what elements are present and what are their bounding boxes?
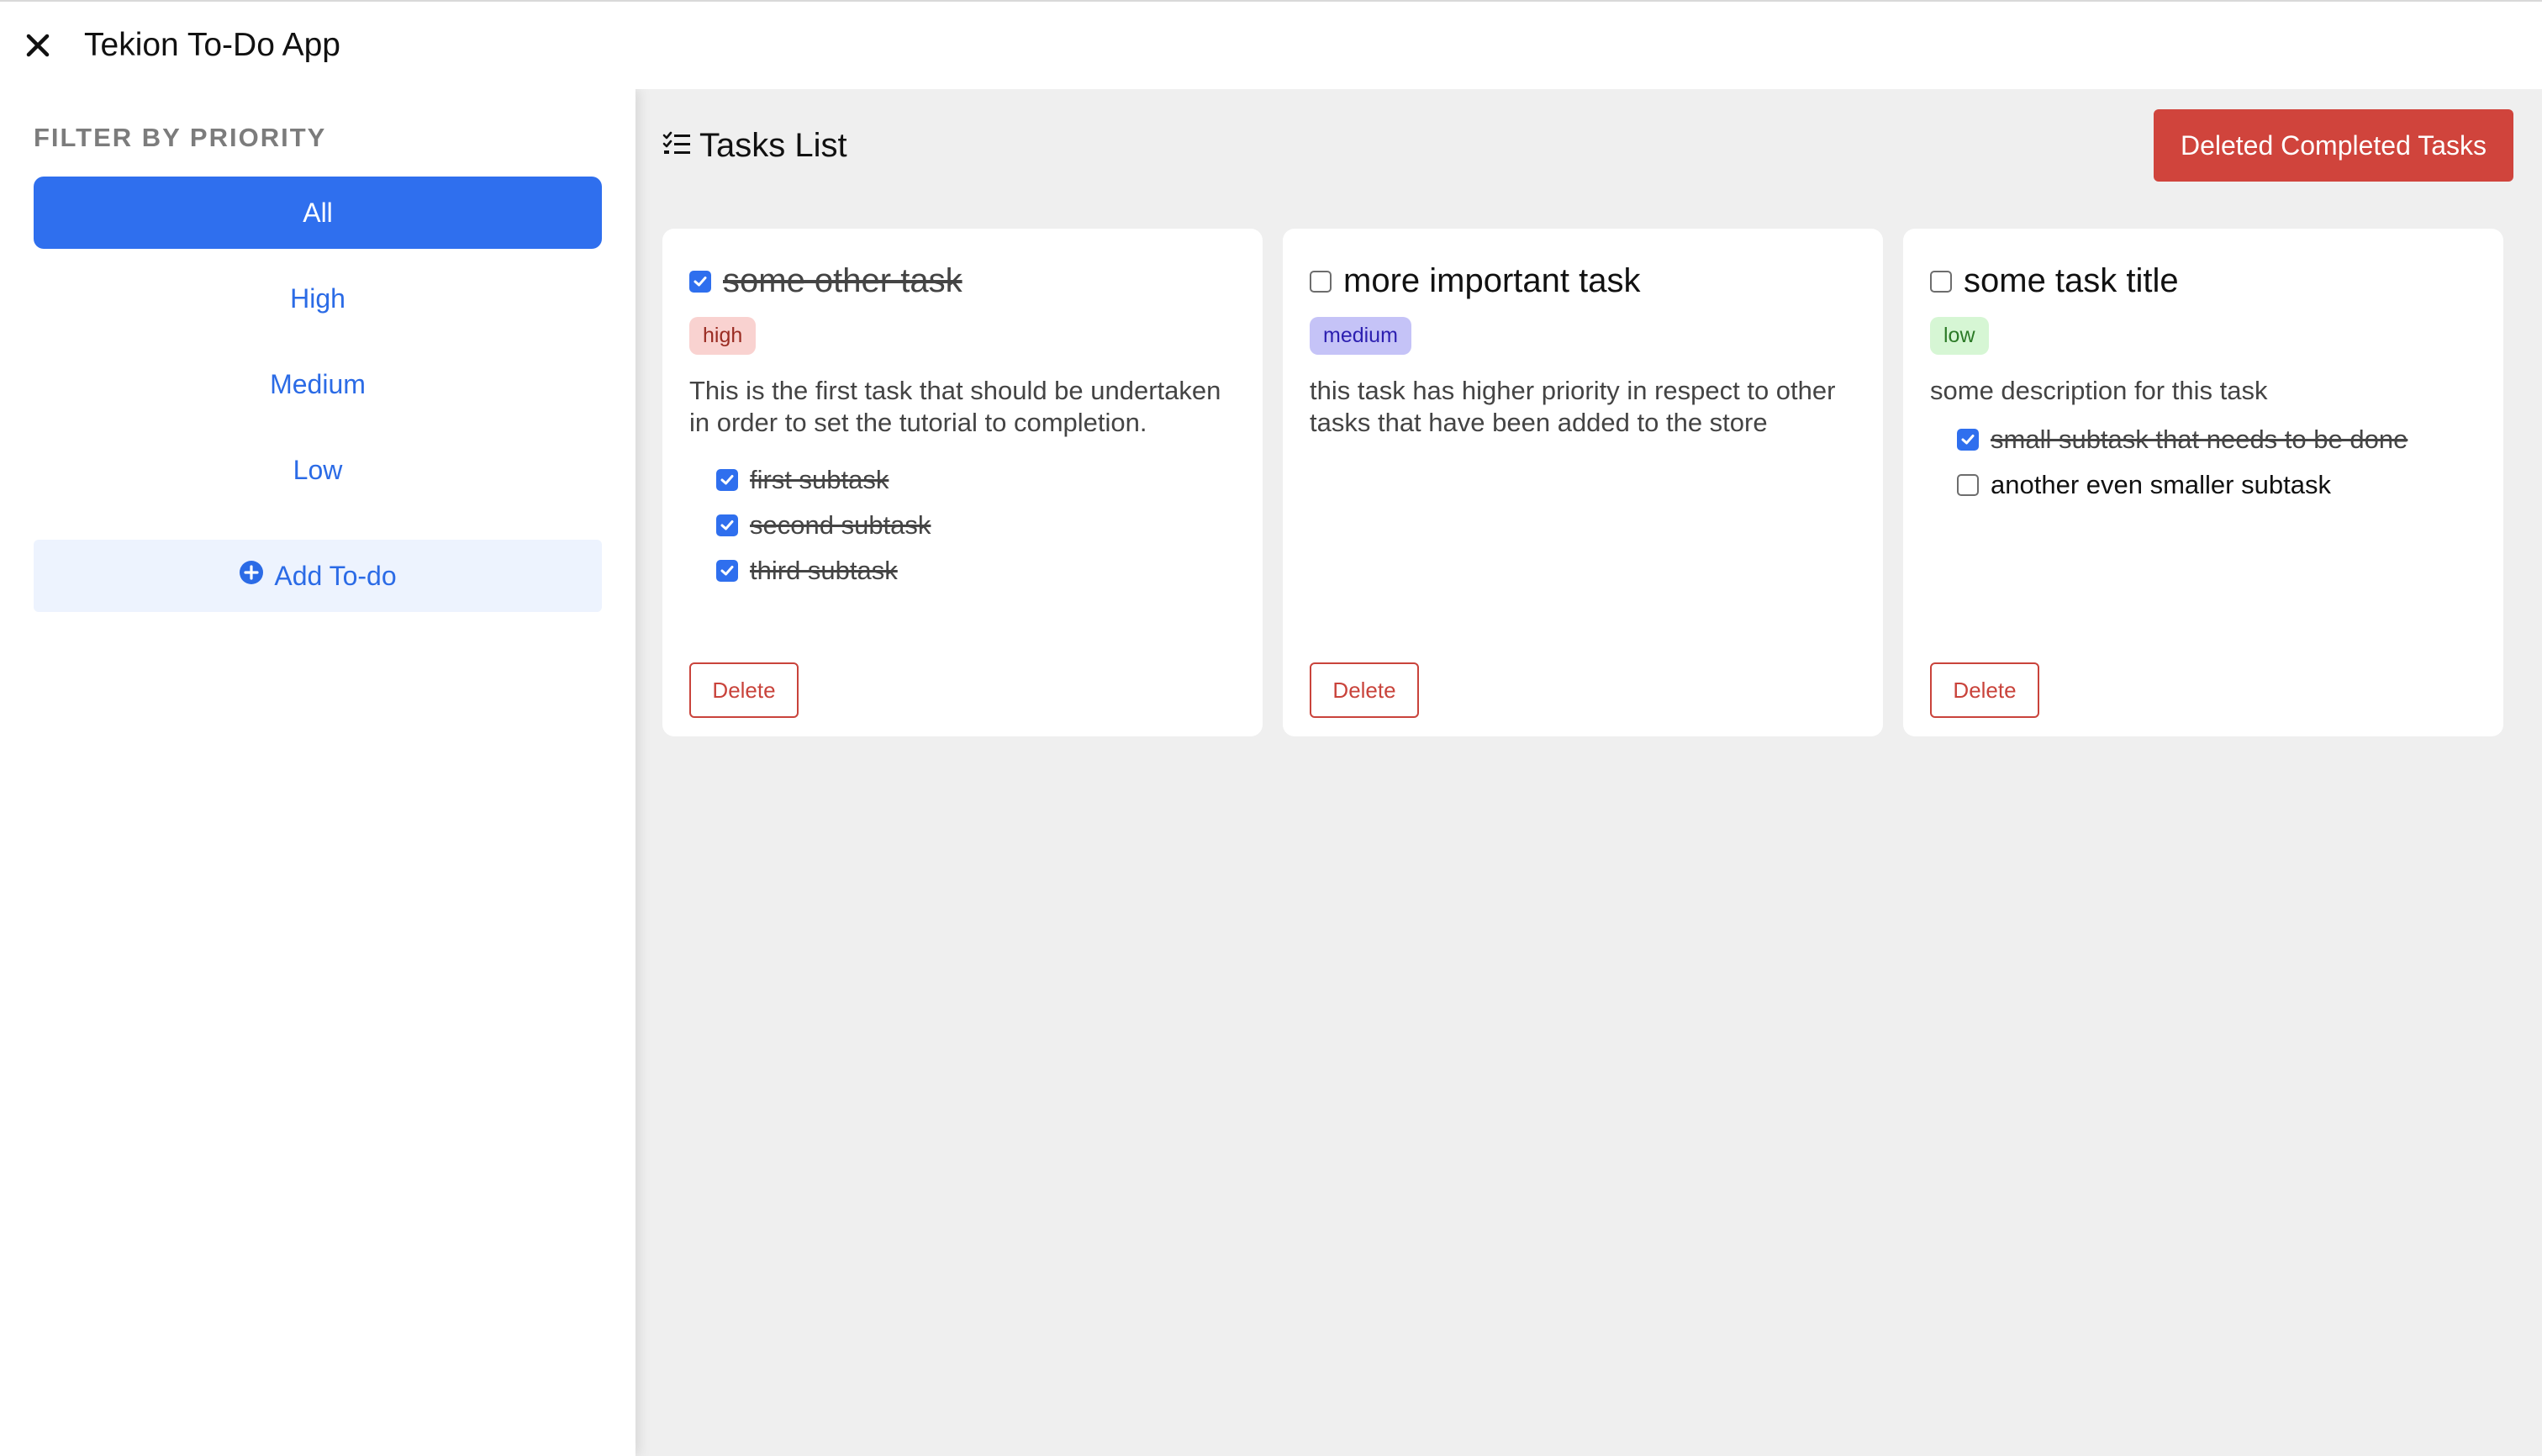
subtask-label: small subtask that needs to be done: [1991, 425, 2408, 454]
task-description: some description for this task: [1930, 376, 2268, 405]
subtask-item: another even smaller subtask: [1957, 462, 2476, 508]
close-icon[interactable]: [24, 31, 52, 60]
app-header: Tekion To-Do App: [0, 0, 2542, 89]
task-complete-checkbox[interactable]: [1310, 270, 1332, 293]
filter-low-button[interactable]: Low: [34, 434, 602, 506]
task-cards: some other task high This is the first t…: [662, 229, 2513, 736]
task-card: some task title low some description for…: [1903, 229, 2503, 736]
subtask-item: first subtask: [716, 457, 1236, 503]
subtask-item: third subtask: [716, 548, 1236, 593]
task-title-row: more important task: [1310, 262, 1856, 300]
subtask-item: second subtask: [716, 503, 1236, 548]
main-header: Tasks List Deleted Completed Tasks: [662, 109, 2513, 182]
task-description: This is the first task that should be un…: [689, 376, 1221, 437]
subtask-checkbox[interactable]: [1957, 429, 1979, 451]
delete-task-button[interactable]: Delete: [689, 662, 799, 718]
task-complete-checkbox[interactable]: [1930, 270, 1952, 293]
subtask-list: first subtask second subtask third subta…: [689, 457, 1236, 593]
subtask-label: another even smaller subtask: [1991, 470, 2331, 499]
filter-all-button[interactable]: All: [34, 177, 602, 249]
subtask-item: small subtask that needs to be done: [1957, 417, 2476, 462]
app-title: Tekion To-Do App: [84, 27, 340, 63]
task-description: this task has higher priority in respect…: [1310, 376, 1836, 437]
delete-completed-tasks-button[interactable]: Deleted Completed Tasks: [2153, 109, 2513, 182]
task-card: more important task medium this task has…: [1283, 229, 1883, 736]
checklist-icon: [662, 131, 691, 161]
filter-heading: FILTER BY PRIORITY: [34, 123, 327, 152]
priority-badge: medium: [1310, 317, 1411, 355]
task-title-row: some other task: [689, 262, 1236, 300]
task-title: some other task: [723, 262, 962, 299]
add-todo-label: Add To-do: [274, 560, 397, 591]
subtask-label: second subtask: [750, 510, 931, 540]
filter-high-button[interactable]: High: [34, 262, 602, 335]
tasks-list-title: Tasks List: [699, 126, 847, 164]
sidebar: FILTER BY PRIORITY All High Medium Low A…: [0, 89, 636, 1456]
task-title: some task title: [1964, 262, 2179, 299]
subtask-checkbox[interactable]: [716, 560, 738, 582]
subtask-checkbox[interactable]: [1957, 474, 1979, 496]
subtask-label: third subtask: [750, 556, 898, 585]
task-complete-checkbox[interactable]: [689, 270, 711, 293]
task-title: more important task: [1343, 262, 1641, 299]
subtask-list: small subtask that needs to be done anot…: [1930, 417, 2476, 508]
task-card: some other task high This is the first t…: [662, 229, 1263, 736]
delete-task-button[interactable]: Delete: [1930, 662, 2039, 718]
task-title-row: some task title: [1930, 262, 2476, 300]
subtask-checkbox[interactable]: [716, 469, 738, 491]
delete-task-button[interactable]: Delete: [1310, 662, 1419, 718]
list-title-group: Tasks List: [662, 127, 847, 165]
plus-circle-icon: [239, 560, 264, 592]
subtask-label: first subtask: [750, 465, 889, 494]
subtask-checkbox[interactable]: [716, 514, 738, 536]
add-todo-button[interactable]: Add To-do: [34, 540, 602, 612]
priority-badge: low: [1930, 317, 1989, 355]
main-content: Tasks List Deleted Completed Tasks some …: [636, 89, 2542, 1456]
priority-badge: high: [689, 317, 757, 355]
filter-medium-button[interactable]: Medium: [34, 348, 602, 420]
